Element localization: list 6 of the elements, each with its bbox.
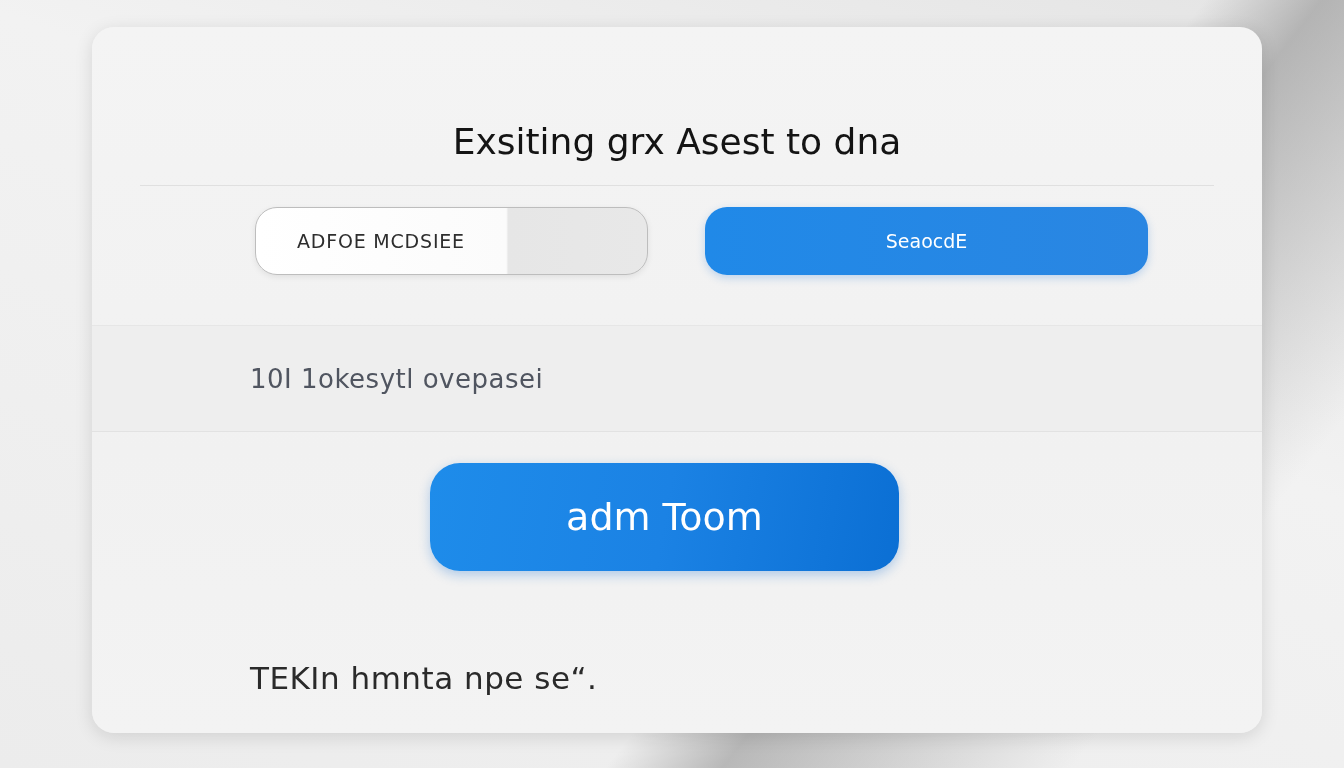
primary-button[interactable]: adm Toom (430, 463, 899, 571)
input-field[interactable]: ADFOE MCDSIEE (255, 207, 648, 275)
info-text: 10I 1okesytl ovepasei (250, 363, 544, 394)
search-button[interactable]: SeaocdE (705, 207, 1148, 275)
footer-text: TEKIn hmnta npe se“. (250, 659, 598, 697)
dialog-title: Exsiting grx Asest to dna (452, 120, 902, 164)
